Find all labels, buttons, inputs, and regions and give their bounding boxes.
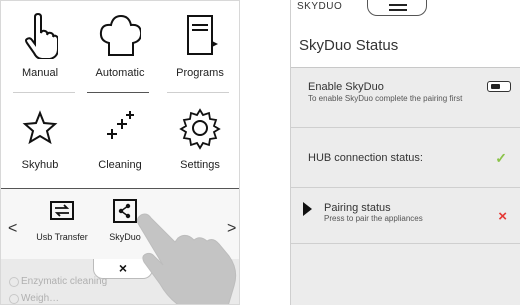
carousel-left-arrow[interactable]: <	[8, 220, 17, 238]
tile-label: Skyhub	[21, 159, 59, 171]
tile-programs[interactable]: Programs	[161, 1, 239, 91]
faded-menu-item: Enzymatic cleaning	[21, 276, 108, 287]
enable-skyduo-hint: To enable SkyDuo complete the pairing fi…	[308, 94, 463, 103]
tile-label: Settings	[180, 159, 220, 171]
pairing-status-hint: Press to pair the appliances	[324, 214, 423, 223]
usb-transfer-label: Usb Transfer	[36, 232, 88, 242]
gear-icon	[161, 105, 239, 151]
faded-menu-item: Weigh…	[21, 293, 60, 304]
hub-connection-label: HUB connection status:	[308, 152, 423, 164]
tile-skyhub[interactable]: Skyhub	[1, 93, 79, 183]
hamburger-icon	[389, 9, 407, 11]
enable-skyduo-row[interactable]: Enable SkyDuo To enable SkyDuo complete …	[291, 68, 520, 128]
skyduo-status-screen: SKYDUO SkyDuo Status Enable SkyDuo To en…	[290, 0, 520, 305]
hand-pointer-icon	[1, 13, 79, 59]
page-title: SkyDuo Status	[299, 37, 399, 54]
star-icon	[1, 105, 79, 151]
pairing-status-row[interactable]: Pairing status Press to pair the applian…	[291, 188, 520, 244]
hub-connection-row: HUB connection status: ✓	[291, 128, 520, 188]
sparkle-icon	[81, 105, 159, 151]
menu-tab[interactable]	[367, 0, 427, 16]
tile-manual[interactable]: Manual	[1, 1, 79, 91]
chef-hat-icon	[81, 13, 159, 59]
book-icon	[161, 13, 239, 59]
oven-main-menu: Manual Automatic Programs Skyhub Cleanin…	[0, 0, 240, 305]
tile-settings[interactable]: Settings	[161, 93, 239, 183]
brand-label: SKYDUO	[297, 1, 343, 12]
tile-label: Automatic	[95, 67, 145, 79]
usb-transfer-button[interactable]: Usb Transfer	[27, 201, 97, 242]
play-arrow-icon	[303, 202, 312, 216]
toggle-knob	[491, 84, 500, 89]
tile-label: Programs	[176, 67, 224, 79]
tile-cleaning[interactable]: Cleaning	[81, 93, 159, 183]
enable-skyduo-toggle[interactable]	[487, 81, 511, 92]
header: SKYDUO SkyDuo Status	[291, 0, 520, 68]
enable-skyduo-label: Enable SkyDuo	[308, 81, 384, 93]
tile-automatic[interactable]: Automatic	[81, 1, 159, 91]
tapping-hand-icon	[136, 213, 237, 304]
hamburger-icon	[389, 4, 407, 6]
cleaning-item-icon	[9, 277, 19, 287]
usb-transfer-icon	[50, 201, 74, 220]
cross-icon: ×	[498, 208, 507, 225]
check-icon: ✓	[495, 150, 507, 166]
tile-label: Cleaning	[98, 159, 142, 171]
weigh-item-icon	[9, 294, 19, 304]
pairing-status-label: Pairing status	[324, 202, 391, 214]
tile-label: Manual	[21, 67, 59, 79]
